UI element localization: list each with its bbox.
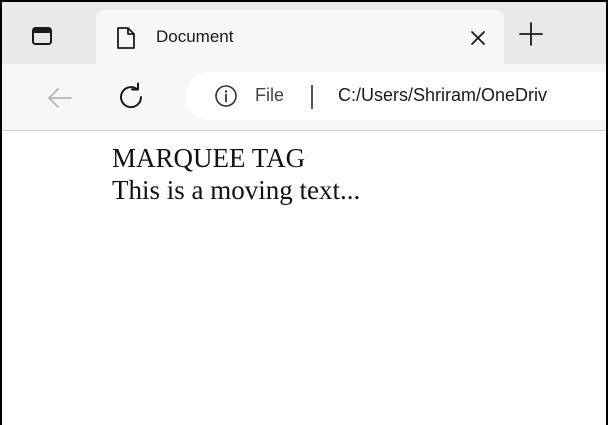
address-bar[interactable]: File C:/Users/Shriram/OneDriv bbox=[186, 72, 606, 120]
new-tab-button[interactable] bbox=[515, 18, 547, 50]
site-info-label[interactable]: File bbox=[255, 85, 284, 106]
plus-icon bbox=[515, 18, 547, 50]
address-divider bbox=[311, 85, 313, 109]
marquee-text: This is a moving text... bbox=[112, 175, 361, 205]
tab-title: Document bbox=[156, 27, 234, 46]
refresh-button[interactable] bbox=[114, 80, 148, 114]
tab-actions-icon bbox=[32, 27, 52, 45]
back-button[interactable] bbox=[44, 82, 76, 114]
document-icon bbox=[116, 26, 136, 50]
tab-actions-button[interactable] bbox=[22, 16, 62, 56]
close-icon[interactable] bbox=[468, 28, 488, 48]
tab-strip: Document bbox=[2, 2, 606, 66]
tab-document[interactable]: Document bbox=[96, 10, 504, 66]
page-content: MARQUEE TAG This is a moving text... bbox=[2, 131, 606, 425]
url-text[interactable]: C:/Users/Shriram/OneDriv bbox=[338, 85, 547, 106]
page-heading: MARQUEE TAG bbox=[112, 143, 306, 173]
refresh-icon bbox=[114, 80, 148, 114]
browser-window: Document File C:/Users/Shriram/OneDriv M… bbox=[0, 0, 608, 425]
browser-toolbar: File C:/Users/Shriram/OneDriv bbox=[2, 64, 606, 131]
info-icon[interactable] bbox=[214, 84, 238, 108]
arrow-left-icon bbox=[44, 82, 76, 114]
